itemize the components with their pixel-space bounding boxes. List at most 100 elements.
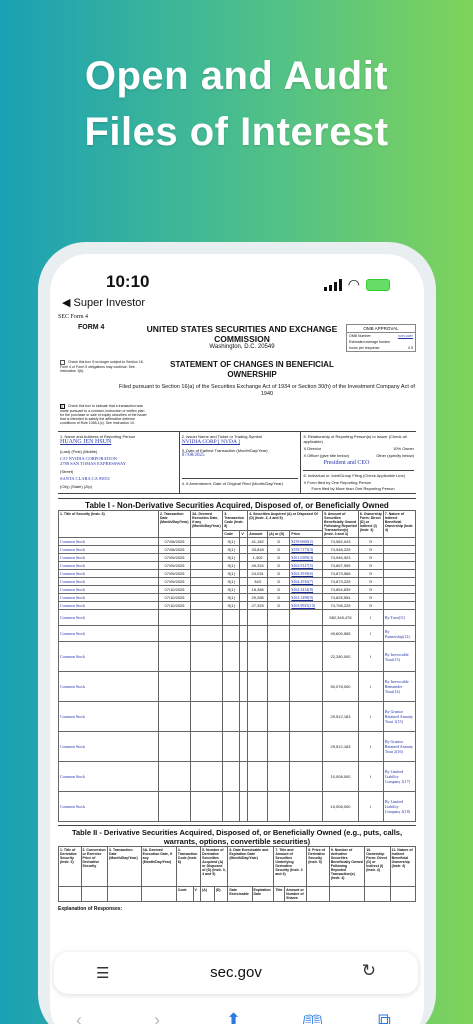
status-bar: 10:10 ◠ — [50, 272, 424, 296]
transaction-code: S(1) — [222, 537, 241, 546]
table-row: Common Stock 50,078,000 I By Irrevocable Re… — [58, 671, 417, 702]
reporting-person-section: 1. Name and Address of Reporting Person … — [58, 431, 416, 494]
ownership-form: D — [357, 577, 384, 586]
acquired-disposed: D — [267, 577, 291, 586]
filing-multiple-persons: Form filed by More than One Reporting Pe… — [311, 486, 395, 491]
ownership-form: I — [357, 609, 384, 626]
omb-value: 3235-0287 — [397, 334, 413, 338]
sec-document[interactable]: SEC Form 4 FORM 4 UNITED STATES SECURITI… — [54, 312, 420, 952]
transaction-code — [222, 671, 241, 702]
acquired-disposed: D — [267, 561, 291, 570]
ownership-form: D — [357, 593, 384, 602]
acquired-disposed — [267, 641, 291, 672]
indirect-nature: By Trust(11) — [382, 609, 417, 626]
omb-header: OMB APPROVAL — [347, 325, 415, 333]
table-row: Common Stock 07/09/2025 S(1) 49,324 D $162.91… — [58, 561, 417, 570]
table-header: 2. Conversion or Exercise Price of Deriv… — [80, 846, 109, 887]
ownership-form: D — [357, 569, 384, 578]
box-subheader: (Last) (First) (Middle) — [60, 449, 98, 454]
reload-icon[interactable]: ↻ — [362, 961, 376, 981]
table-row: Common Stock 582,345,476 I By Trust(11) — [58, 609, 417, 626]
bookmarks-icon[interactable]: 🕮 — [302, 1010, 323, 1024]
table-header: 9. Number of derivative Securities Benef… — [328, 846, 366, 887]
ownership-form: I — [357, 641, 384, 672]
security-title: Common Stock — [58, 561, 159, 570]
security-title: Common Stock — [58, 569, 159, 578]
acquired-disposed — [267, 625, 291, 642]
owned-following: 22,280,000 — [322, 641, 359, 672]
table-subheader: Code — [222, 529, 241, 539]
indirect-nature: By Limited Liability Company 1(17) — [382, 761, 417, 792]
reporting-person-name-link[interactable]: HUANG JEN HSUN — [60, 439, 177, 445]
table-header: 5. Amount of Securities Beneficially Own… — [322, 510, 359, 538]
transaction-date: 07/09/2025 — [157, 553, 192, 562]
price — [289, 761, 324, 792]
code-v — [239, 537, 249, 546]
acquired-disposed: D — [267, 537, 291, 546]
deemed-date — [190, 545, 224, 554]
table2-title: Table II - Derivative Securities Acquire… — [58, 825, 416, 846]
code-v — [239, 545, 249, 554]
table-header: 3. Transaction Date (Month/Day/Year) — [107, 846, 142, 887]
code-v — [239, 593, 249, 602]
tabs-icon[interactable]: ⧉ — [378, 1010, 391, 1024]
amount — [247, 761, 269, 792]
price — [289, 625, 324, 642]
security-title: Common Stock — [58, 577, 159, 586]
officer-title: President and CEO — [323, 460, 370, 466]
derivative-table: 1. Title of Derivative Security (Instr. … — [58, 846, 417, 902]
security-title: Common Stock — [58, 625, 159, 642]
price — [289, 641, 324, 672]
back-icon[interactable]: ‹ — [76, 1010, 82, 1024]
amount — [247, 609, 269, 626]
filed-pursuant-text: Filed pursuant to Section 16(a) of the S… — [119, 384, 415, 397]
omb-value: 0.5 — [408, 346, 413, 350]
transaction-code — [222, 761, 241, 792]
statement-title: STATEMENT OF CHANGES IN BENEFICIAL OWNER… — [170, 360, 334, 379]
back-to-app-link[interactable]: ◀ Super Investor — [62, 296, 145, 309]
address-bar[interactable]: ☰ sec.gov ↻ — [54, 952, 418, 994]
deemed-date — [190, 609, 224, 626]
transaction-date — [157, 625, 192, 642]
deemed-date — [190, 593, 224, 602]
share-icon[interactable]: ⬆ — [226, 1010, 241, 1024]
code-v — [239, 561, 249, 570]
owned-following: 74,948,225 — [322, 545, 359, 554]
transaction-date: 07/08/2025 — [157, 537, 192, 546]
indirect-nature: By Irrevocable Remainder Trust(14) — [382, 671, 417, 702]
transaction-date — [157, 671, 192, 702]
transaction-code: S(1) — [222, 577, 241, 586]
price: $162.3414(8) — [289, 585, 324, 594]
security-title: Common Stock — [58, 761, 159, 792]
acquired-disposed: D — [267, 593, 291, 602]
code-v — [239, 577, 249, 586]
code-v — [239, 601, 249, 610]
issuer-link[interactable]: NVIDIA CORP [ NVDA ] — [182, 439, 299, 445]
indirect-nature — [382, 577, 417, 586]
table-subheader: Amount — [247, 529, 269, 539]
price: $162.9127(5) — [289, 561, 324, 570]
wifi-icon: ◠ — [347, 276, 360, 292]
table-subheader — [107, 886, 142, 902]
code-v — [239, 625, 249, 642]
table-subheader: Price — [289, 529, 324, 539]
amount — [247, 731, 269, 762]
document-title: UNITED STATES SECURITIES AND EXCHANGE CO… — [146, 324, 338, 344]
amount: 49,324 — [247, 561, 269, 570]
table-header: 5. Number of Derivative Securities Acqui… — [200, 846, 229, 887]
table-row: Common Stock 07/08/2025 S(1) 41,182 D $159.06… — [58, 537, 417, 546]
table-row: Common Stock 07/09/2025 S(1) 343 D $164.2916(… — [58, 577, 417, 586]
code-v — [239, 553, 249, 562]
checkbox-label: Check this box if no longer subject to S… — [60, 360, 144, 373]
transaction-date — [157, 761, 192, 792]
amount: 1,302 — [247, 553, 269, 562]
price — [289, 791, 324, 822]
table-row: Common Stock 49,609,565 I By Partnership(12… — [58, 625, 417, 642]
forward-icon[interactable]: › — [154, 1010, 160, 1024]
deemed-date — [190, 761, 224, 792]
indirect-nature: By Limited Liability Company 2(18) — [382, 791, 417, 822]
table-row: Common Stock 29,512,183 I By Grantor Retain… — [58, 731, 417, 762]
deemed-date — [190, 671, 224, 702]
box-subheader: (Street) — [60, 469, 74, 474]
transaction-date: 07/09/2025 — [157, 561, 192, 570]
